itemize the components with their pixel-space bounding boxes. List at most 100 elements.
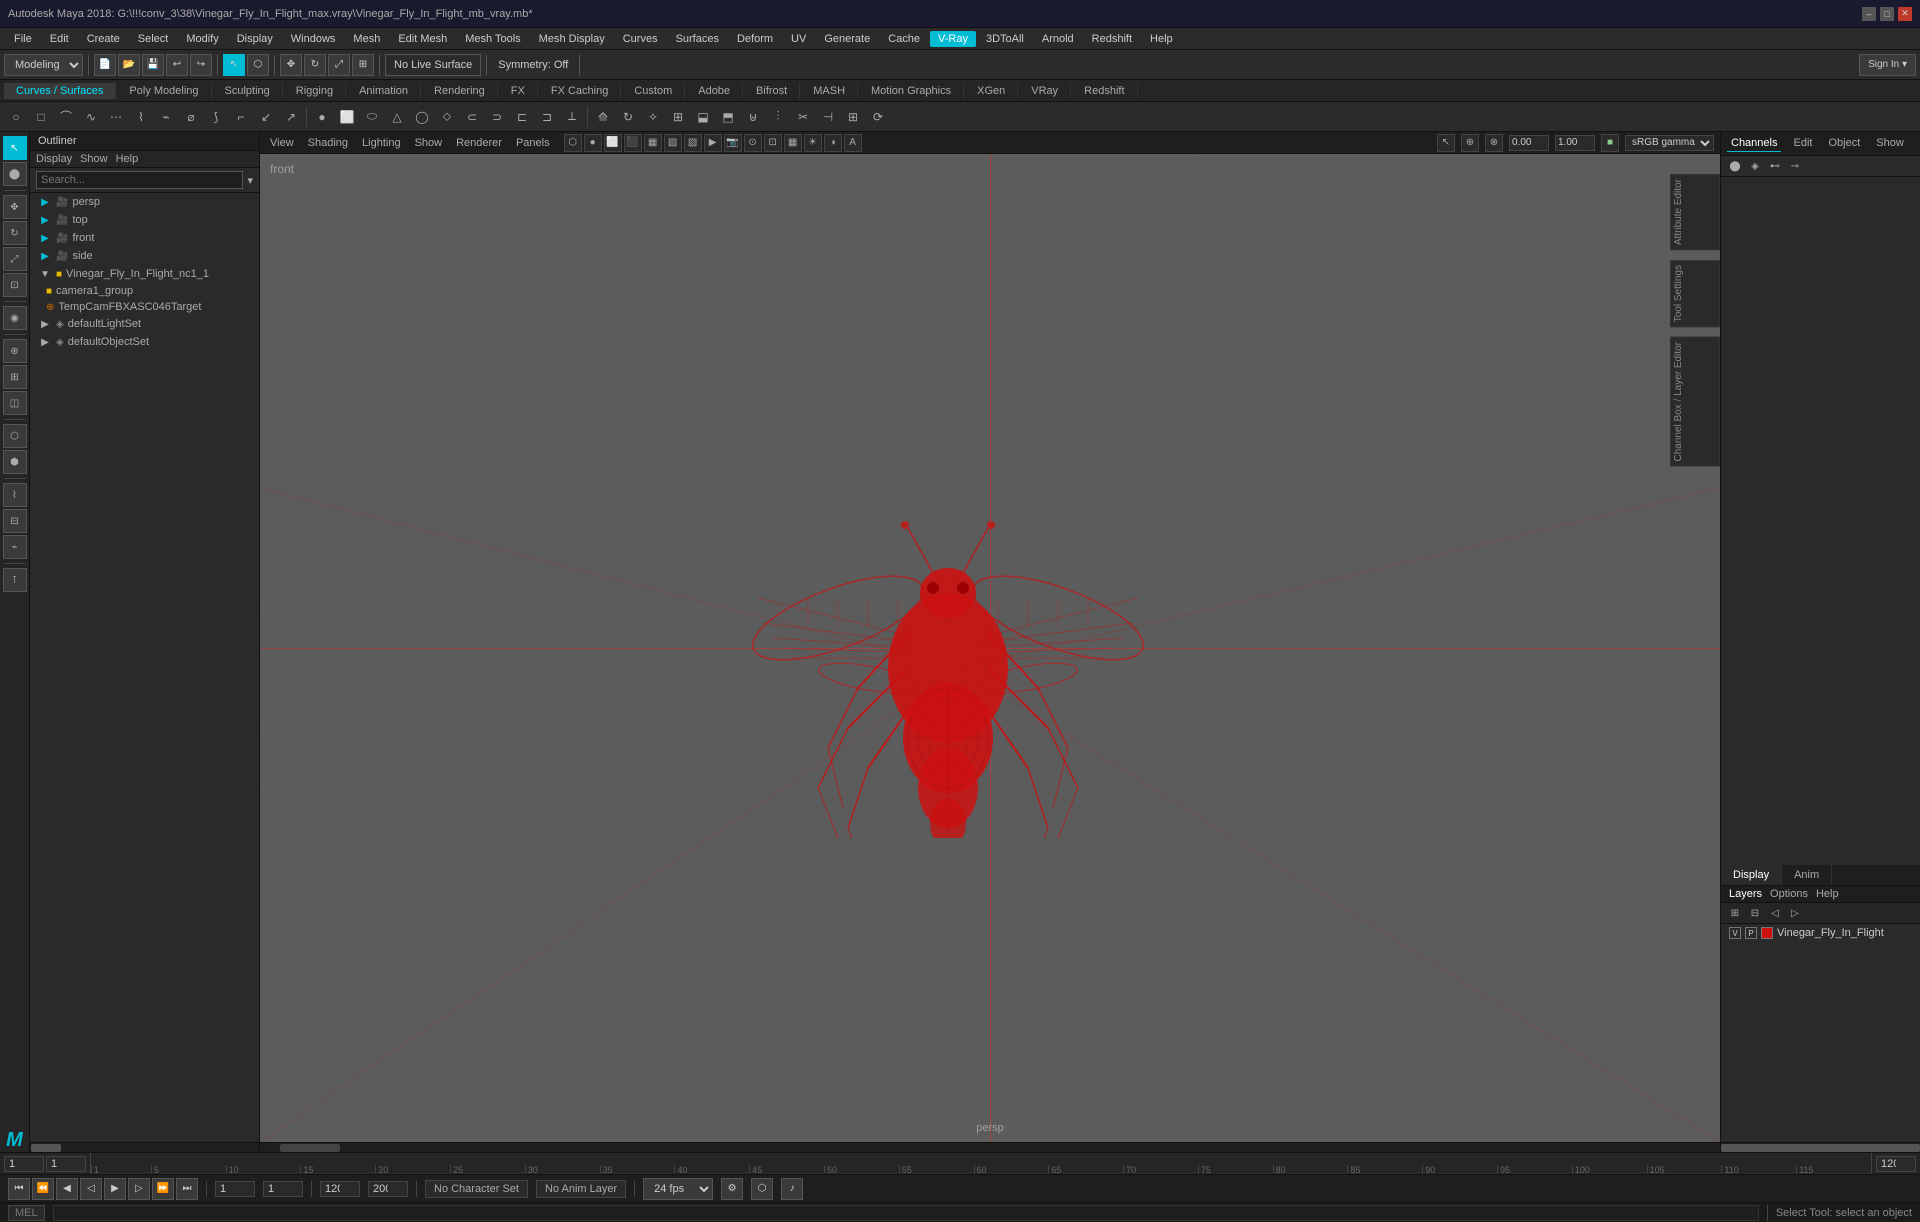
rect-tool[interactable]: □ [29,105,53,129]
layer-playback[interactable]: P [1745,927,1757,939]
curve-tool9[interactable]: ↗ [279,105,303,129]
tab-mash[interactable]: MASH [801,83,858,99]
tab-show[interactable]: Show [1872,135,1908,152]
detach-tool[interactable]: ⊣ [816,105,840,129]
vp-snapshot[interactable]: 📷 [724,134,742,152]
rotate-tool[interactable]: ↻ [3,221,27,245]
bb-end-frame[interactable] [320,1181,360,1197]
mel-input[interactable] [53,1205,1759,1221]
playback-options[interactable]: ⚙ [721,1178,743,1200]
bb-current-frame[interactable] [263,1181,303,1197]
vp-camera4[interactable]: ▧ [664,134,682,152]
extrude-tool[interactable]: ⟰ [591,105,615,129]
tab-adobe[interactable]: Adobe [686,83,743,99]
curve-tool2[interactable]: ⋯ [104,105,128,129]
play-back-btn[interactable]: ◁ [80,1178,102,1200]
tab-redshift[interactable]: Redshift [1072,83,1137,99]
outliner-item-side[interactable]: ▶ 🎥 side [30,247,259,265]
vp-colorspace-select[interactable]: sRGB gamma [1625,135,1714,151]
menu-create[interactable]: Create [79,31,128,47]
menu-arnold[interactable]: Arnold [1034,31,1082,47]
tool-settings-tab[interactable]: Tool Settings [1670,260,1720,327]
tab-fx-caching[interactable]: FX Caching [539,83,621,99]
move-tool[interactable]: ✥ [3,195,27,219]
show-menu[interactable]: Show [411,137,447,149]
play-fwd-btn[interactable]: ▶ [104,1178,126,1200]
universal-manip[interactable]: ⊡ [3,273,27,297]
cylinder-tool[interactable]: ⬭ [360,105,384,129]
no-anim-layer[interactable]: No Anim Layer [536,1180,626,1198]
nurbs-tool3[interactable]: ⊏ [510,105,534,129]
torus-tool[interactable]: ◯ [410,105,434,129]
vp-camera-tools2[interactable]: ⊗ [1485,134,1503,152]
outliner-item-objset[interactable]: ▶ ◈ defaultObjectSet [30,333,259,351]
outliner-display[interactable]: Display [36,153,72,165]
vp-aa[interactable]: A [844,134,862,152]
layer-visibility[interactable]: V [1729,927,1741,939]
modeling-toolkit[interactable]: ⊺ [3,568,27,592]
menu-redshift[interactable]: Redshift [1084,31,1140,47]
curve-tool1[interactable]: ∿ [79,105,103,129]
outliner-item-top[interactable]: ▶ 🎥 top [30,211,259,229]
tab-channels[interactable]: Channels [1727,135,1781,152]
range-end-input[interactable] [1876,1156,1916,1172]
outliner-item-persp[interactable]: ▶ 🎥 persp [30,193,259,211]
sound-options[interactable]: ♪ [781,1178,803,1200]
menu-file[interactable]: File [6,31,40,47]
driven-icon[interactable]: ⊷ [1767,158,1783,174]
no-live-surface[interactable]: No Live Surface [385,54,481,76]
renderer-menu[interactable]: Renderer [452,137,506,149]
display-settings[interactable]: ◫ [3,391,27,415]
rebuild-tool[interactable]: ⟳ [866,105,890,129]
vp-camera2[interactable]: ⬛ [624,134,642,152]
tab-sculpting[interactable]: Sculpting [213,83,283,99]
display-tab[interactable]: Display [1721,865,1782,885]
outliner-item-lightset[interactable]: ▶ ◈ defaultLightSet [30,315,259,333]
trim-tool[interactable]: ✂ [791,105,815,129]
layer-option2[interactable]: ▷ [1787,905,1803,921]
nurbs-tool1[interactable]: ⊂ [460,105,484,129]
vp-near-clip[interactable] [1509,135,1549,151]
timeline-ticks[interactable]: 1510152025303540455055606570758085909510… [91,1153,1871,1173]
tab-custom[interactable]: Custom [622,83,685,99]
outliner-help[interactable]: Help [116,153,139,165]
ipr-btn[interactable]: ⬢ [3,450,27,474]
prev-frame-btn[interactable]: ⏪ [32,1178,54,1200]
stitch-tool[interactable]: ⫶ [766,105,790,129]
menu-deform[interactable]: Deform [729,31,781,47]
goto-end-btn[interactable]: ⏭ [176,1178,198,1200]
vp-xray[interactable]: ⊡ [764,134,782,152]
open-btn[interactable]: 📂 [118,54,140,76]
universal-manip-btn[interactable]: ⊞ [352,54,374,76]
outliner-item-target[interactable]: ⊕ TempCamFBXASC046Target [30,299,259,315]
curve-tool8[interactable]: ↙ [254,105,278,129]
paint-select[interactable]: ⬤ [3,162,27,186]
menu-display[interactable]: Display [229,31,281,47]
undo-btn[interactable]: ↩ [166,54,188,76]
tab-fx[interactable]: FX [499,83,538,99]
shading-menu[interactable]: Shading [304,137,352,149]
loft-tool[interactable]: ⟡ [641,105,665,129]
layer-option1[interactable]: ◁ [1767,905,1783,921]
menu-generate[interactable]: Generate [816,31,878,47]
no-character-set[interactable]: No Character Set [425,1180,528,1198]
scale-tool[interactable]: ⤢ [3,247,27,271]
layer-color[interactable] [1761,927,1773,939]
menu-mesh[interactable]: Mesh [345,31,388,47]
vp-camera5[interactable]: ▨ [684,134,702,152]
save-btn[interactable]: 💾 [142,54,164,76]
revolve-tool[interactable]: ↻ [616,105,640,129]
tab-rendering[interactable]: Rendering [422,83,498,99]
lighting-menu[interactable]: Lighting [358,137,405,149]
curve-tool5[interactable]: ⌀ [179,105,203,129]
new-file-btn[interactable]: 📄 [94,54,116,76]
menu-edit-mesh[interactable]: Edit Mesh [390,31,455,47]
outliner-search-input[interactable] [36,171,243,189]
vp-wireframe[interactable]: ⬡ [564,134,582,152]
menu-windows[interactable]: Windows [283,31,344,47]
bb-start-frame[interactable] [215,1181,255,1197]
attr-editor-tab[interactable]: Attribute Editor [1670,174,1720,250]
sphere-tool[interactable]: ● [310,105,334,129]
options-tab[interactable]: Options [1770,888,1808,900]
outliner-tree[interactable]: ▶ 🎥 persp ▶ 🎥 top ▶ 🎥 front ▶ 🎥 side [30,193,259,1142]
